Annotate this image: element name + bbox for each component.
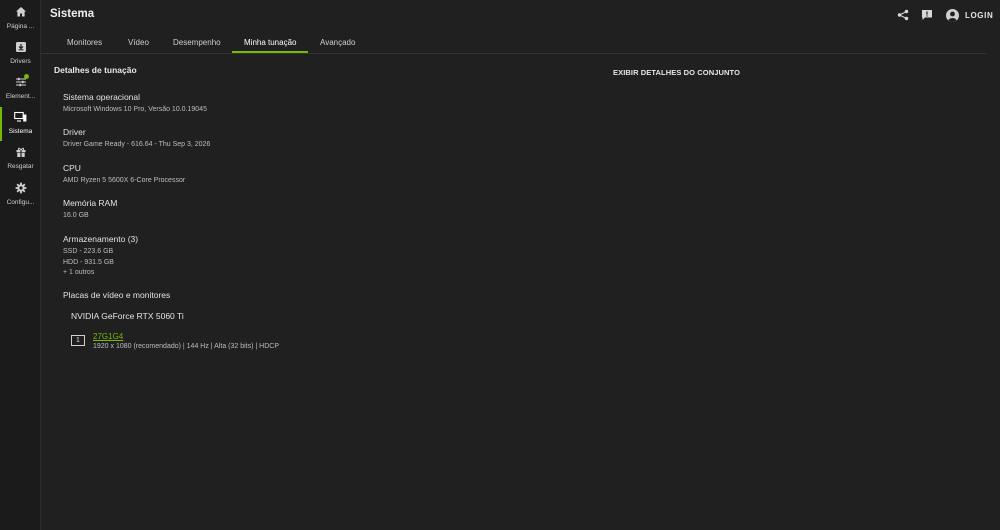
share-icon[interactable] — [896, 8, 910, 22]
spec-value: Driver Game Ready - 616.64 - Thu Sep 3, … — [63, 141, 211, 148]
storage-line: HDD - 931.5 GB — [63, 258, 114, 266]
gift-icon — [14, 145, 28, 159]
spec-title: Driver — [63, 127, 86, 137]
sidebar-item-drivers[interactable]: Drivers — [0, 37, 41, 71]
sidebar-item-redeem[interactable]: Resgatar — [0, 142, 41, 176]
sidebar-item-label: Sistema — [8, 128, 33, 135]
gpu-section-title: Placas de vídeo e monitores — [63, 290, 171, 300]
sidebar-item-elements[interactable]: Element... — [0, 72, 41, 106]
system-icon — [14, 110, 28, 124]
active-tab-indicator — [232, 51, 308, 53]
sidebar-item-label: Página ... — [6, 23, 35, 30]
notification-dot — [24, 74, 29, 79]
page-title: Sistema — [50, 8, 95, 20]
sidebar: Página ... Drivers Element... Sistema Re… — [0, 0, 41, 530]
home-icon — [14, 5, 28, 19]
gpu-name: NVIDIA GeForce RTX 5060 Ti — [71, 311, 184, 321]
spec-title: Armazenamento (3) — [63, 234, 139, 244]
sidebar-item-label: Resgatar — [7, 163, 34, 170]
top-bar: Sistema LOGIN — [41, 0, 1000, 30]
tab-performance[interactable]: Desempenho — [173, 38, 221, 47]
tab-bar: Monitores Vídeo Desempenho Minha tunação… — [41, 30, 987, 54]
feedback-icon[interactable] — [920, 8, 934, 22]
tab-advanced[interactable]: Avançado — [320, 38, 355, 47]
spec-ram: Memória RAM 16.0 GB — [63, 198, 117, 222]
tab-my-tuning[interactable]: Minha tunação — [244, 38, 296, 47]
sidebar-item-settings[interactable]: Configu... — [0, 178, 41, 212]
spec-title: CPU — [63, 163, 81, 173]
spec-value-list: SSD - 223.6 GB HDD - 931.5 GB + 1 outros — [63, 247, 138, 279]
sidebar-item-label: Drivers — [10, 58, 31, 65]
storage-line: SSD - 223.6 GB — [63, 248, 114, 255]
monitor-spec: 1920 x 1080 (recomendado) | 144 Hz | Alt… — [93, 343, 279, 350]
spec-title: Memória RAM — [63, 198, 118, 208]
tab-monitors[interactable]: Monitores — [67, 38, 102, 47]
sidebar-item-system[interactable]: Sistema — [0, 107, 41, 141]
sidebar-item-label: Element... — [5, 93, 36, 100]
storage-line: + 1 outros — [63, 269, 95, 276]
sidebar-item-home[interactable]: Página ... — [0, 2, 41, 36]
spec-value: 16.0 GB — [63, 212, 89, 219]
spec-driver: Driver Driver Game Ready - 616.64 - Thu … — [63, 127, 210, 151]
show-rig-details-link[interactable]: EXIBIR DETALHES DO CONJUNTO — [613, 68, 740, 77]
monitor-name-link[interactable]: 27G1G4 — [93, 332, 123, 341]
spec-value: Microsoft Windows 10 Pro, Versão 10.0.19… — [63, 106, 207, 113]
spec-title: Sistema operacional — [63, 92, 141, 102]
user-avatar-icon — [946, 8, 959, 22]
spec-os: Sistema operacional Microsoft Windows 10… — [63, 92, 207, 116]
section-title: Detalhes de tunação — [54, 65, 137, 75]
login-button[interactable]: LOGIN — [946, 7, 993, 23]
monitor-index: 1 — [76, 337, 80, 344]
spec-value: AMD Ryzen 5 5600X 6-Core Processor — [63, 177, 186, 184]
sidebar-item-label: Configu... — [6, 199, 35, 206]
spec-storage: Armazenamento (3) SSD - 223.6 GB HDD - 9… — [63, 234, 138, 279]
drivers-icon — [14, 40, 28, 54]
login-label: LOGIN — [965, 10, 994, 20]
gear-icon — [14, 181, 28, 195]
spec-cpu: CPU AMD Ryzen 5 5600X 6-Core Processor — [63, 163, 185, 187]
tab-video[interactable]: Vídeo — [128, 38, 149, 47]
monitor-icon: 1 — [71, 335, 85, 346]
